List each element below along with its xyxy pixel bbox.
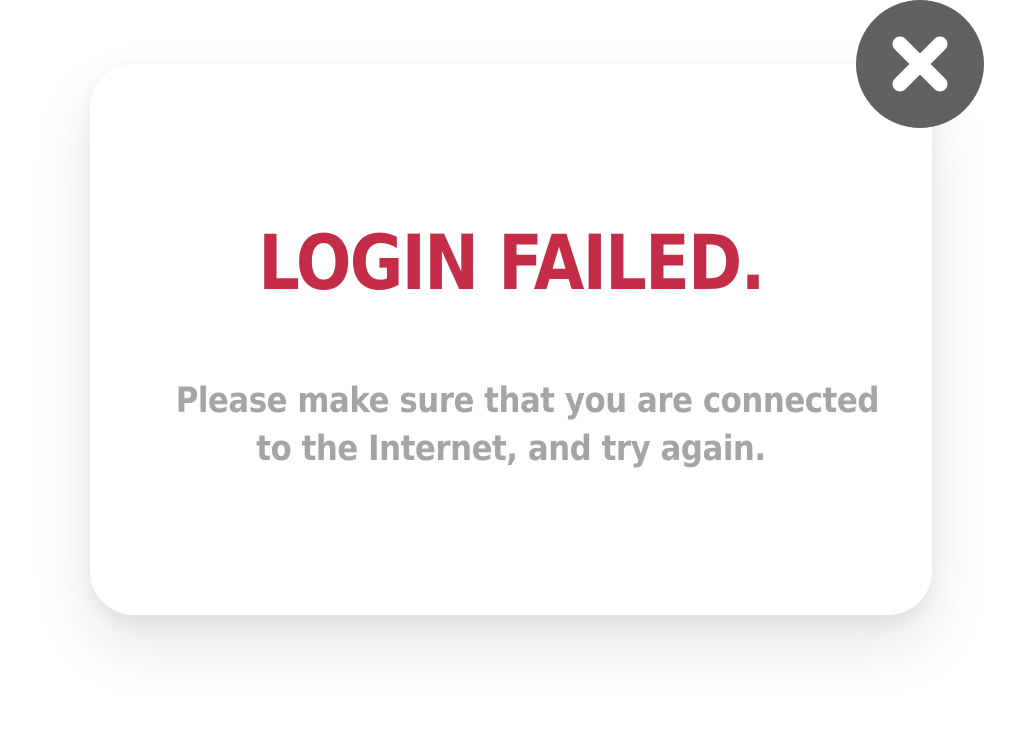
dialog-title: LOGIN FAILED. [258, 218, 765, 307]
dialog-message-line-1: Please make sure that you are connected [175, 381, 880, 421]
dialog-message-line-2: to the Internet, and try again. [256, 429, 766, 469]
close-button[interactable] [856, 0, 984, 128]
dialog-message: Please make sure that you are connected … [175, 377, 880, 473]
screen: LOGIN FAILED. Please make sure that you … [0, 0, 1022, 735]
close-icon [892, 36, 948, 92]
login-failed-dialog: LOGIN FAILED. Please make sure that you … [90, 64, 932, 615]
